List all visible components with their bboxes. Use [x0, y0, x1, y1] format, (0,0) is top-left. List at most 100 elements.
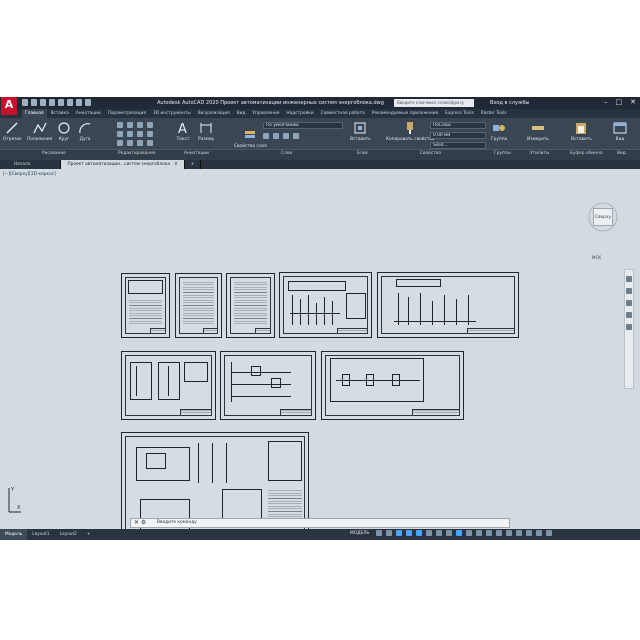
autocad-logo-icon[interactable]: A: [1, 97, 17, 115]
panel-draw[interactable]: Рисование: [42, 151, 66, 156]
add-layout-button[interactable]: +: [82, 529, 96, 540]
erase-icon[interactable]: [147, 122, 153, 128]
showmotion-icon[interactable]: [626, 324, 632, 330]
color-dropdown[interactable]: ПоСлою: [430, 122, 486, 129]
orbit-icon[interactable]: [626, 312, 632, 318]
tab-addins[interactable]: Надстройки: [283, 109, 316, 118]
clean-screen-icon[interactable]: [536, 530, 543, 536]
isolate-objects-icon[interactable]: [516, 530, 523, 536]
ortho-icon[interactable]: [396, 530, 403, 536]
copy-icon[interactable]: [117, 131, 123, 137]
model-space-toggle[interactable]: МОДЕЛЬ: [350, 531, 369, 536]
drawing-sheet[interactable]: [279, 272, 372, 338]
save-as-icon[interactable]: [49, 99, 55, 106]
drawing-sheet[interactable]: [321, 351, 464, 420]
sign-in-button[interactable]: Вход в службы: [490, 100, 529, 106]
save-icon[interactable]: [40, 99, 46, 106]
layer-lock-icon[interactable]: [283, 133, 289, 139]
drawing-canvas[interactable]: [−][Сверху][2D-каркас] Сверху МСК Y X: [0, 169, 640, 540]
osnap-icon[interactable]: [416, 530, 423, 536]
layer-freeze-icon[interactable]: [273, 133, 279, 139]
lineweight-icon[interactable]: [436, 530, 443, 536]
snap-icon[interactable]: [386, 530, 393, 536]
open-file-icon[interactable]: [31, 99, 37, 106]
tab-insert[interactable]: Вставка: [48, 109, 72, 118]
panel-groups[interactable]: Группы: [494, 151, 511, 156]
match-properties-button[interactable]: Копировать свойства: [386, 121, 435, 142]
hardware-acceleration-icon[interactable]: [526, 530, 533, 536]
arc-button[interactable]: Дуга: [78, 121, 92, 142]
viewport-controls[interactable]: [−][Сверху][2D-каркас]: [3, 172, 56, 177]
view-button[interactable]: Вид: [613, 121, 627, 142]
polar-icon[interactable]: [406, 530, 413, 536]
minimize-button[interactable]: –: [604, 98, 608, 106]
tab-collaborate[interactable]: Совместная работа: [318, 109, 368, 118]
group-button[interactable]: Группа: [491, 121, 507, 142]
text-button[interactable]: A Текст: [176, 121, 190, 142]
undo-icon[interactable]: [67, 99, 73, 106]
maximize-button[interactable]: □: [616, 98, 623, 106]
zoom-icon[interactable]: [626, 300, 632, 306]
fillet-icon[interactable]: [137, 131, 143, 137]
annotation-scale-icon[interactable]: [466, 530, 473, 536]
customize-menu-icon[interactable]: [546, 530, 553, 536]
layer-properties-button[interactable]: Свойства слоя: [234, 128, 267, 149]
tab-view[interactable]: Вид: [234, 109, 249, 118]
drawing-sheet[interactable]: [377, 272, 519, 338]
rotate-icon[interactable]: [127, 122, 133, 128]
panel-view[interactable]: Вид: [617, 151, 626, 156]
drawing-sheet[interactable]: [121, 273, 170, 338]
grid-icon[interactable]: [376, 530, 383, 536]
drawing-sheet[interactable]: [226, 273, 275, 338]
paste-button[interactable]: Вставить: [571, 121, 592, 142]
command-line[interactable]: ✕ ⚙ Введите команду: [130, 518, 510, 528]
panel-clipboard[interactable]: Буфер обмена: [570, 151, 603, 156]
tab-featured-apps[interactable]: Рекомендуемые приложения: [369, 109, 441, 118]
polyline-button[interactable]: Полилиния: [27, 121, 52, 142]
drawing-sheet[interactable]: [220, 351, 316, 420]
steering-wheel-icon[interactable]: [626, 276, 632, 282]
viewcube-face[interactable]: Сверху: [593, 208, 613, 226]
panel-properties[interactable]: Свойства: [420, 151, 441, 156]
drawing-tab[interactable]: Проект автоматизации...систем энергоблок…: [61, 160, 185, 169]
layout-tab-layout1[interactable]: Layout1: [27, 529, 54, 540]
close-command-icon[interactable]: ✕ ⚙: [134, 519, 146, 527]
tab-3d-tools[interactable]: 3D инструменты: [150, 109, 194, 118]
panel-block[interactable]: Блок: [357, 151, 368, 156]
quick-properties-icon[interactable]: [506, 530, 513, 536]
scale-icon[interactable]: [127, 140, 133, 146]
tab-annotate[interactable]: Аннотации: [73, 109, 104, 118]
stretch-icon[interactable]: [117, 140, 123, 146]
panel-utilities[interactable]: Утилиты: [530, 151, 549, 156]
selection-cycling-icon[interactable]: [456, 530, 463, 536]
trim-icon[interactable]: [137, 122, 143, 128]
move-icon[interactable]: [117, 122, 123, 128]
new-file-icon[interactable]: [22, 99, 28, 106]
layer-off-icon[interactable]: [263, 133, 269, 139]
otrack-icon[interactable]: [426, 530, 433, 536]
linetype-dropdown[interactable]: Solid...: [430, 142, 486, 149]
layer-match-icon[interactable]: [293, 133, 299, 139]
explode-icon[interactable]: [147, 131, 153, 137]
redo-icon[interactable]: [76, 99, 82, 106]
wcs-menu[interactable]: МСК: [592, 255, 601, 260]
tab-visualize[interactable]: Визуализация: [195, 109, 233, 118]
tab-manage[interactable]: Управление: [249, 109, 282, 118]
array-icon[interactable]: [137, 140, 143, 146]
insert-block-button[interactable]: Вставить: [350, 121, 371, 142]
viewcube[interactable]: Сверху: [588, 202, 618, 232]
plot-icon[interactable]: [58, 99, 64, 106]
search-input[interactable]: Введите ключевое слово/фразу: [394, 99, 474, 107]
lineweight-dropdown[interactable]: 0.00 мм: [430, 132, 486, 139]
drawing-sheet[interactable]: [121, 351, 216, 420]
command-input[interactable]: Введите команду: [157, 520, 197, 525]
workspace-gear-icon[interactable]: [476, 530, 483, 536]
close-tab-icon[interactable]: ✕: [174, 162, 178, 167]
start-tab[interactable]: Начало: [0, 160, 62, 169]
tab-raster-tools[interactable]: Raster Tools: [478, 109, 510, 118]
pan-icon[interactable]: [626, 288, 632, 294]
tab-express-tools[interactable]: Express Tools: [442, 109, 477, 118]
layer-dropdown[interactable]: По умолчанию: [263, 122, 343, 129]
tab-parametric[interactable]: Параметризация: [105, 109, 149, 118]
drawing-sheet[interactable]: [175, 273, 222, 338]
